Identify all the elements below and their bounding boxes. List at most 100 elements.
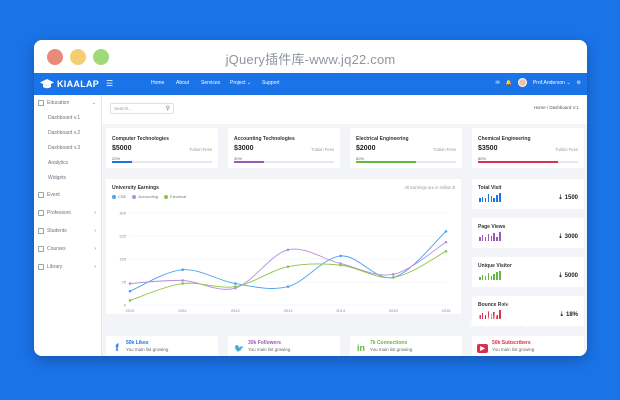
spark-bar [481,234,484,241]
stat-card-chemical: Chemical Engineering $3500 Tuition Fees … [472,128,584,168]
data-point[interactable] [286,248,290,252]
user-avatar[interactable] [517,78,527,87]
social-card-twitter: 🐦 30k Followers You main list growing [228,336,340,356]
spark-bar [499,271,501,280]
chart-note: All Earnings are in million $ [404,185,455,190]
spark-bar [479,236,481,241]
nav-about[interactable]: About [176,80,189,86]
legend-item-accounting[interactable]: Accounting [132,194,158,199]
social-card-youtube: ▶ 50k Subscribers You main list growing [472,336,584,356]
data-point[interactable] [339,263,342,267]
settings-icon[interactable]: ⚙ [577,80,581,86]
spark-bar [490,195,493,202]
stat-name: Electrical Engineering [356,136,409,142]
facebook-icon[interactable]: f [111,342,123,354]
stat-card-accounting: Accounting Technologies $3000 Tuition Fe… [228,128,340,168]
sidebar-item-event[interactable]: Event [38,192,98,198]
data-point[interactable] [181,279,184,282]
y-tick-label: 150 [119,257,126,262]
social-desc: You main list growing [492,347,535,352]
spark-bar [487,272,490,280]
x-tick-label: 2012 [231,308,241,313]
y-tick-label: 225 [119,234,126,239]
search-bar-area: Search... ⚲ Home / Dashboard V.1 [102,95,587,124]
stat-sub: Tuition Fees [189,147,212,152]
sidebar-sub-widgets[interactable]: Widgets [48,175,66,181]
data-point[interactable] [444,230,448,233]
stat-sub: Tuition Fees [433,147,456,152]
legend-item-electrical[interactable]: Electrical [164,194,186,199]
sidebar-sub-analytics[interactable]: Analytics [48,160,68,166]
graduation-cap-icon [40,79,54,89]
bell-icon[interactable]: 🔔 [506,80,512,86]
brand-name: KIAALAP [57,79,100,89]
data-point[interactable] [181,282,184,285]
sparkline [479,232,501,241]
spark-bar [490,276,493,280]
stat-name: Computer Technologies [112,136,169,142]
y-tick-label: 75 [122,280,127,285]
hamburger-menu-icon[interactable]: ☰ [106,79,113,88]
sidebar-sub-dashboard-v1[interactable]: Dashboard v.1 [48,115,80,121]
search-input[interactable]: Search... ⚲ [110,103,174,114]
data-point[interactable] [392,273,395,276]
sidebar-item-students[interactable]: Students › [38,228,98,234]
data-point[interactable] [128,299,132,302]
social-card-facebook: f 50k Likes You main list growing [106,336,218,356]
chevron-right-icon: › [94,246,96,252]
legend-item-cse[interactable]: CSE [112,194,126,199]
data-point[interactable] [286,265,290,268]
spark-bar [496,271,498,280]
data-point[interactable] [392,276,395,279]
mail-icon[interactable]: ✉ [496,80,500,86]
linkedin-icon[interactable]: in [355,342,367,354]
nav-services[interactable]: Services [201,80,220,86]
search-icon[interactable]: ⚲ [166,105,170,112]
chevron-right-icon: › [94,210,96,216]
data-point[interactable] [234,282,237,285]
side-stat-title: Total Visit [478,185,502,191]
sidebar-item-professors[interactable]: Professors › [38,210,98,216]
nav-home[interactable]: Home [151,80,164,86]
spark-bar [484,237,487,241]
stat-card-computer: Computer Technologies $5000 Tuition Fees… [106,128,218,168]
sidebar-item-library[interactable]: Library › [38,264,98,270]
twitter-icon[interactable]: 🐦 [233,342,245,354]
nav-project[interactable]: Project ⌄ [230,80,251,86]
side-stat-page-views: Page Views ⇣ 3000 [472,218,584,248]
sidebar-item-label: Education [47,100,70,106]
side-stat-value: ⇣ 1500 [557,195,578,201]
spark-bar [493,273,496,280]
social-label: 50k Subscribers [492,340,531,346]
library-icon [38,264,44,270]
brand-logo[interactable]: KIAALAP [40,75,99,93]
earnings-chart-card: 0 75 150 225 300 2010 2011 2012 2013 2014 2015 2016… [106,179,461,314]
y-tick-label: 0 [124,303,127,308]
window-titlebar: jQuery插件库-www.jq22.com [34,40,587,73]
data-point[interactable] [286,285,290,288]
stat-value: $3500 [478,145,498,152]
side-stat-unique-visitor: Unique Visitor ⇣ 5000 [472,257,584,287]
nav-support[interactable]: Support [262,80,280,86]
sidebar-sub-dashboard-v3[interactable]: Dashboard v.3 [48,145,80,151]
data-point[interactable] [444,240,448,244]
spark-bar [499,193,501,202]
data-point[interactable] [181,268,184,272]
sidebar-item-education[interactable]: Education ⌄ [38,100,98,106]
progress-fill [478,161,558,163]
data-point[interactable] [128,289,132,293]
side-stat-total-visit: Total Visit ⇣ 1500 [472,179,584,209]
data-point[interactable] [444,250,448,253]
youtube-icon[interactable]: ▶ [477,344,488,353]
chart-title: University Earnings [112,185,159,191]
data-point[interactable] [234,285,237,288]
data-point[interactable] [339,254,342,258]
spark-bar [487,233,490,241]
user-name[interactable]: Prof.Anderson ⌄ [533,80,571,86]
calendar-icon [38,192,44,198]
sidebar-item-courses[interactable]: Courses › [38,246,98,252]
sidebar-sub-dashboard-v2[interactable]: Dashboard v.2 [48,130,80,136]
earnings-chart: 0 75 150 225 300 2010 2011 2012 2013 2014 2015 2016 [119,211,451,314]
data-point[interactable] [128,282,132,285]
spark-bar [479,198,481,202]
